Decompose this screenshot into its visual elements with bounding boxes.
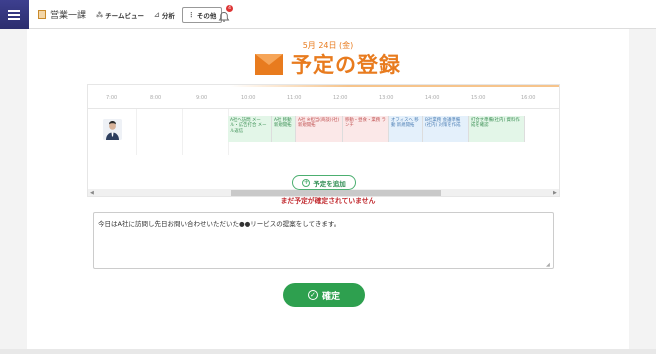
nav-analysis-label: 分析 bbox=[161, 12, 175, 20]
time-tick: 15:00 bbox=[471, 95, 486, 101]
team-icon: ⁂ bbox=[96, 11, 104, 19]
memo-textarea[interactable]: 今日はA社に訪問し先日お問い合わせいただいた●●リービスの提案をしてきます。 bbox=[93, 212, 554, 269]
schedule-event[interactable]: A社 ※担当(商談)(社) 新規開拓 bbox=[296, 116, 343, 142]
menu-icon[interactable] bbox=[0, 0, 29, 29]
plus-icon: + bbox=[302, 178, 311, 187]
avatar[interactable] bbox=[103, 119, 122, 140]
confirm-label: 確定 bbox=[321, 291, 340, 302]
nav-more-label: その他 bbox=[196, 12, 217, 20]
schedule-event[interactable]: 移動・昼食・業務 ランチ bbox=[343, 116, 389, 142]
add-schedule-label: 予定を追加 bbox=[313, 179, 346, 188]
grid-line bbox=[182, 109, 183, 155]
top-bar: 営業一課 ⁂ チームビュー ⊿ 分析 ⋮ その他 4 bbox=[0, 0, 656, 29]
main-panel: 5月 24日 (金) 予定の登録 7:00 8:00 9:00 10:00 11… bbox=[27, 29, 629, 349]
time-tick: 10:00 bbox=[241, 95, 256, 101]
check-circle-icon: ✓ bbox=[307, 290, 318, 300]
org-name: 営業一課 bbox=[50, 11, 87, 21]
time-tick: 13:00 bbox=[379, 95, 394, 101]
time-tick: 7:00 bbox=[106, 95, 118, 101]
schedule-event[interactable]: A社へ訪問 メール・広告打合 メール返信 bbox=[228, 116, 272, 142]
schedule-event[interactable]: B社業務 会議準備(社内) 対策を作成 bbox=[423, 116, 469, 142]
unconfirmed-warning: まだ予定が確定されていません bbox=[280, 197, 376, 205]
time-tick: 8:00 bbox=[150, 95, 162, 101]
schedule-event[interactable]: オフィスへ 移動 新規開拓 bbox=[389, 116, 423, 142]
nav-team-view[interactable]: ⁂ チームビュー bbox=[93, 8, 147, 22]
nav-team-view-label: チームビュー bbox=[105, 12, 144, 20]
notification-badge: 4 bbox=[226, 5, 233, 12]
timeline-highlight bbox=[88, 85, 559, 87]
time-tick: 9:00 bbox=[196, 95, 208, 101]
time-tick: 11:00 bbox=[287, 95, 302, 101]
time-tick: 12:00 bbox=[333, 95, 348, 101]
envelope-icon bbox=[255, 53, 283, 75]
time-tick: 14:00 bbox=[425, 95, 440, 101]
schedule-event[interactable]: A社 移動 新規開拓 bbox=[272, 116, 296, 142]
building-icon bbox=[38, 10, 46, 19]
page-title: 予定の登録 bbox=[291, 53, 401, 77]
main-nav: ⁂ チームビュー ⊿ 分析 ⋮ その他 bbox=[93, 7, 223, 23]
confirm-button[interactable]: ✓ 確定 bbox=[283, 283, 365, 307]
time-tick: 16:00 bbox=[521, 95, 536, 101]
schedule-event[interactable]: 打合せ準備(社内) 資料作成を確認 bbox=[469, 116, 525, 142]
bottom-border bbox=[0, 349, 656, 354]
page-header: 予定の登録 bbox=[27, 49, 629, 79]
grid-line bbox=[136, 109, 137, 155]
nav-more[interactable]: ⋮ その他 bbox=[181, 7, 223, 23]
chart-icon: ⊿ bbox=[153, 11, 160, 19]
resize-handle-icon[interactable]: ◢ bbox=[546, 262, 550, 268]
add-schedule-button[interactable]: + 予定を追加 bbox=[292, 175, 356, 190]
org-switcher[interactable]: 営業一課 bbox=[38, 8, 86, 21]
nav-analysis[interactable]: ⊿ 分析 bbox=[151, 8, 178, 22]
more-icon: ⋮ bbox=[187, 11, 195, 19]
time-axis: 7:00 8:00 9:00 10:00 11:00 12:00 13:00 1… bbox=[88, 89, 559, 109]
